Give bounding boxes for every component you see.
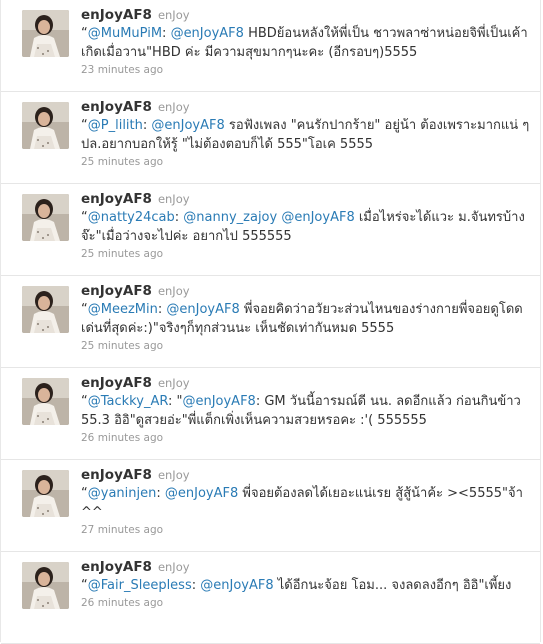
tweet-text-segment: “ <box>81 302 88 317</box>
avatar[interactable] <box>22 470 69 517</box>
full-name: enJoy <box>157 560 190 574</box>
mention-link[interactable]: @enJoyAF8 <box>151 118 224 133</box>
tweet-text-segment: “ <box>81 210 88 225</box>
tweet-item[interactable]: enJoyAF8 enJoy “@natty24cab: @nanny_zajoy… <box>1 184 540 276</box>
tweet-text: “@Tackky_AR: "@enJoyAF8: GM วันนี้อารมณ์… <box>81 392 532 430</box>
tweet-text: “@yaninjen: @enJoyAF8 พี่จอยต้องลดได้เยอ… <box>81 484 532 522</box>
mention-link[interactable]: @Fair_Sleepless <box>88 578 192 593</box>
avatar-photo-icon <box>22 102 69 149</box>
full-name: enJoy <box>157 100 190 114</box>
avatar[interactable] <box>22 10 69 57</box>
tweet-text-segment: “ <box>81 578 88 593</box>
tweet-item[interactable]: enJoyAF8 enJoy “@yaninjen: @enJoyAF8 พี่จ… <box>1 460 540 552</box>
full-name: enJoy <box>157 468 190 482</box>
screen-name[interactable]: enJoyAF8 <box>81 7 152 23</box>
timestamp[interactable]: 25 minutes ago <box>81 339 532 353</box>
tweet-text-segment: : <box>162 26 171 41</box>
tweet-item[interactable]: enJoyAF8 enJoy “@MuMuPiM: @enJoyAF8 HBDย้… <box>1 0 540 92</box>
full-name: enJoy <box>157 192 190 206</box>
tweet-text-segment: : <box>191 578 201 593</box>
tweet-text: “@natty24cab: @nanny_zajoy @enJoyAF8 เมื… <box>81 208 532 246</box>
mention-link[interactable]: @Tackky_AR <box>88 394 168 409</box>
avatar[interactable] <box>22 378 69 425</box>
avatar[interactable] <box>22 562 69 609</box>
tweet-text: “@MuMuPiM: @enJoyAF8 HBDย้อนหลังให้พี่เป… <box>81 24 532 62</box>
avatar-photo-icon <box>22 10 69 57</box>
mention-link[interactable]: @enJoyAF8 <box>182 394 255 409</box>
mention-link[interactable]: @enJoyAF8 <box>165 486 238 501</box>
tweet-text-segment: : <box>174 210 184 225</box>
mention-link[interactable]: @yaninjen <box>88 486 157 501</box>
tweet-text-segment: : <box>156 486 165 501</box>
tweet-text: “@Fair_Sleepless: @enJoyAF8 ได้อีกนะจ้อย… <box>81 576 532 595</box>
screen-name[interactable]: enJoyAF8 <box>81 283 152 299</box>
mention-link[interactable]: @enJoyAF8 <box>281 210 354 225</box>
timestamp[interactable]: 25 minutes ago <box>81 155 532 169</box>
avatar-photo-icon <box>22 378 69 425</box>
avatar[interactable] <box>22 102 69 149</box>
mention-link[interactable]: @natty24cab <box>88 210 175 225</box>
timestamp[interactable]: 27 minutes ago <box>81 523 532 537</box>
avatar-photo-icon <box>22 470 69 517</box>
mention-link[interactable]: @P_lilith <box>88 118 143 133</box>
timestamp[interactable]: 25 minutes ago <box>81 247 532 261</box>
full-name: enJoy <box>157 284 190 298</box>
screen-name[interactable]: enJoyAF8 <box>81 559 152 575</box>
tweet-text-segment: ได้อีกนะจ้อย โอม... จงลดลงอีกๆ อิอิ"เพี้… <box>273 578 512 593</box>
timestamp[interactable]: 26 minutes ago <box>81 596 532 610</box>
mention-link[interactable]: @enJoyAF8 <box>166 302 239 317</box>
screen-name[interactable]: enJoyAF8 <box>81 191 152 207</box>
tweet-text-segment: “ <box>81 394 88 409</box>
timestamp[interactable]: 26 minutes ago <box>81 431 532 445</box>
full-name: enJoy <box>157 376 190 390</box>
avatar[interactable] <box>22 194 69 241</box>
tweet-timeline: enJoyAF8 enJoy “@MuMuPiM: @enJoyAF8 HBDย้… <box>0 0 541 644</box>
mention-link[interactable]: @enJoyAF8 <box>171 26 244 41</box>
mention-link[interactable]: @nanny_zajoy <box>183 210 277 225</box>
tweet-item[interactable]: enJoyAF8 enJoy “@P_lilith: @enJoyAF8 รอฟั… <box>1 92 540 184</box>
timestamp[interactable]: 23 minutes ago <box>81 63 532 77</box>
tweet-item[interactable]: enJoyAF8 enJoy “@Fair_Sleepless: @enJoyAF… <box>1 552 540 644</box>
screen-name[interactable]: enJoyAF8 <box>81 467 152 483</box>
mention-link[interactable]: @MeezMin <box>88 302 158 317</box>
tweet-text: “@MeezMin: @enJoyAF8 พี่จอยคิดว่าอวัยวะส… <box>81 300 532 338</box>
avatar-photo-icon <box>22 286 69 333</box>
tweet-item[interactable]: enJoyAF8 enJoy “@Tackky_AR: "@enJoyAF8: G… <box>1 368 540 460</box>
tweet-item[interactable]: enJoyAF8 enJoy “@MeezMin: @enJoyAF8 พี่จอ… <box>1 276 540 368</box>
screen-name[interactable]: enJoyAF8 <box>81 99 152 115</box>
mention-link[interactable]: @MuMuPiM <box>88 26 162 41</box>
mention-link[interactable]: @enJoyAF8 <box>200 578 273 593</box>
avatar-photo-icon <box>22 562 69 609</box>
full-name: enJoy <box>157 8 190 22</box>
avatar[interactable] <box>22 286 69 333</box>
avatar-photo-icon <box>22 194 69 241</box>
tweet-text-segment: “ <box>81 26 88 41</box>
tweet-text-segment: “ <box>81 118 88 133</box>
tweet-text: “@P_lilith: @enJoyAF8 รอฟังเพลง "คนรักปา… <box>81 116 532 154</box>
tweet-text-segment: “ <box>81 486 88 501</box>
screen-name[interactable]: enJoyAF8 <box>81 375 152 391</box>
tweet-text-segment: : " <box>167 394 183 409</box>
